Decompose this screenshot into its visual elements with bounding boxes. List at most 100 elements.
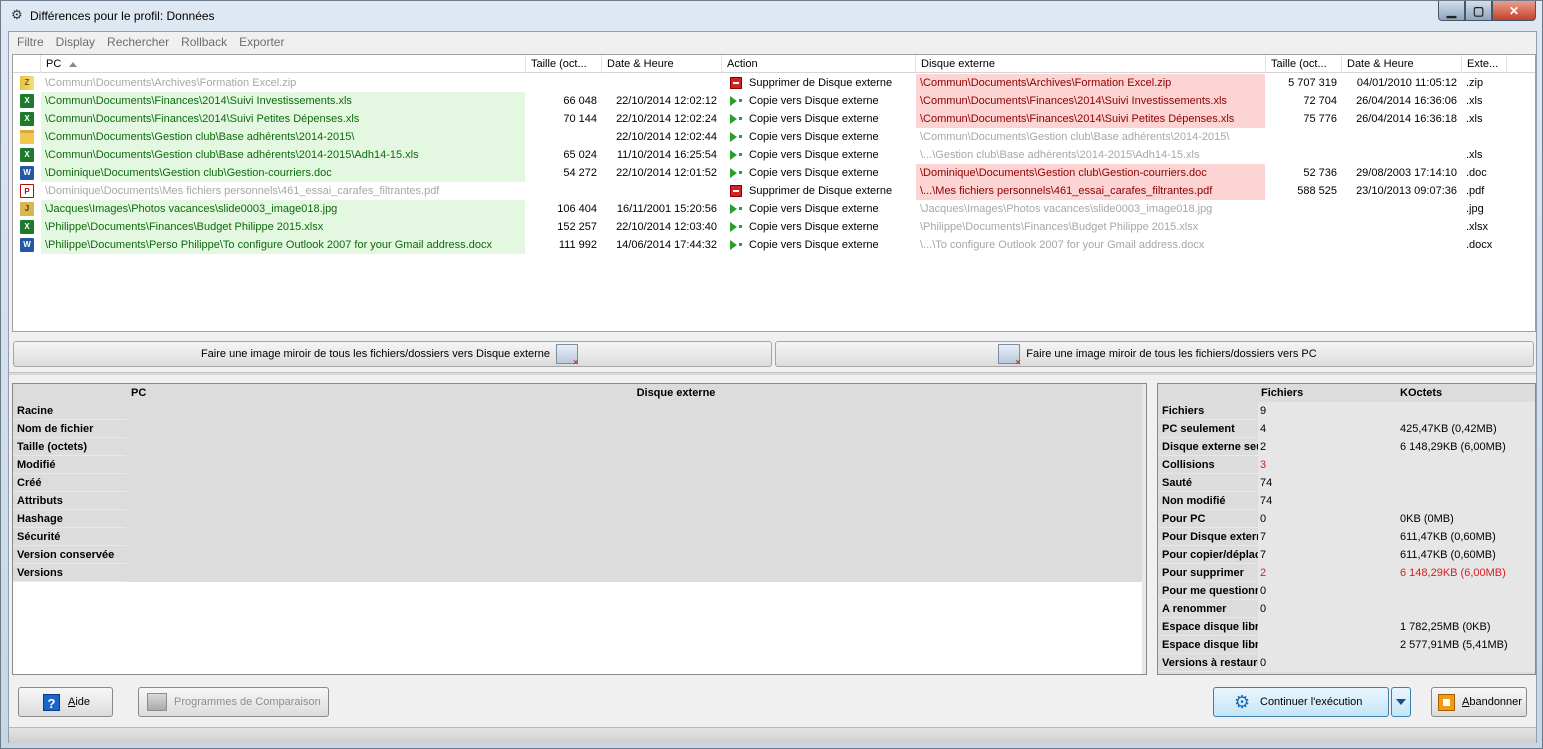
ext-extension-cell: .xls [1462,92,1507,110]
pc-date-cell: 16/11/2001 15:20:56 [602,200,722,218]
col-xext-header[interactable]: Exte... [1462,55,1507,73]
stats-col-kb: KOctets [1400,387,1443,399]
col-xsize-header[interactable]: Taille (oct... [1266,55,1342,73]
file-type-cell: X [13,146,41,164]
folder-icon [20,130,34,144]
col-xdate-header[interactable]: Date & Heure [1342,55,1462,73]
close-button[interactable]: ✕ [1492,1,1536,21]
stats-label: Sauté [1158,474,1258,492]
ext-date-cell [1342,236,1462,254]
menu-display[interactable]: Display [50,32,101,52]
help-label-rest: ide [75,696,91,708]
ext-size-cell [1266,128,1342,146]
abort-button[interactable]: Abandonner [1431,687,1527,717]
col-size-header[interactable]: Taille (oct... [526,55,602,73]
details-panel: PC Disque externe Racine Nom de fichier Ta… [12,383,1147,675]
table-row[interactable]: X \Commun\Documents\Finances\2014\Suivi I… [13,92,1535,110]
help-button[interactable]: ? Aide [18,687,113,717]
ext-extension-cell: .jpg [1462,200,1507,218]
col-ext-header[interactable]: Disque externe [916,55,1266,73]
file-type-cell: X [13,110,41,128]
table-row[interactable]: X \Commun\Documents\Gestion club\Base adh… [13,146,1535,164]
action-cell[interactable]: Copie vers Disque externe [722,128,916,146]
file-type-cell: W [13,164,41,182]
action-cell[interactable]: Copie vers Disque externe [722,236,916,254]
abort-label-rest: bandonner [1469,696,1522,708]
action-label: Supprimer de Disque externe [749,185,893,197]
action-cell[interactable]: Copie vers Disque externe [722,164,916,182]
action-cell[interactable]: Copie vers Disque externe [722,110,916,128]
table-row[interactable]: J \Jacques\Images\Photos vacances\slide00… [13,200,1535,218]
col-date-header[interactable]: Date & Heure [602,55,722,73]
maximize-button[interactable]: ▢ [1465,1,1492,21]
menu-filtre[interactable]: Filtre [11,32,50,52]
menu-rollback[interactable]: Rollback [175,32,233,52]
stats-label: Pour me questionner [1158,582,1258,600]
continue-dropdown-button[interactable] [1391,687,1411,717]
ext-date-cell: 23/10/2013 09:07:36 [1342,182,1462,200]
pc-date-cell [602,74,722,92]
stats-row: Non modifié 74 [1158,492,1535,510]
details-row: Créé [13,474,1146,492]
ext-path-cell: \...\Gestion club\Base adhérents\2014-20… [916,146,1266,164]
action-cell[interactable]: Copie vers Disque externe [722,146,916,164]
table-row[interactable]: Z \Commun\Documents\Archives\Formation Ex… [13,74,1535,92]
compare-programs-button[interactable]: Programmes de Comparaison [138,687,329,717]
stats-files: 0 [1258,510,1397,528]
col-pc-header[interactable]: PC [41,55,526,73]
pc-path-cell: \Commun\Documents\Finances\2014\Suivi Pe… [41,110,526,128]
table-row[interactable]: X \Philippe\Documents\Finances\Budget Phi… [13,218,1535,236]
splitter[interactable] [9,372,1536,375]
pc-path-cell: \Philippe\Documents\Perso Philippe\To co… [41,236,526,254]
details-value [126,510,1146,528]
stats-kb: 6 148,29KB (6,00MB) [1397,438,1535,456]
action-cell[interactable]: Supprimer de Disque externe [722,182,916,200]
stats-row: Collisions 3 [1158,456,1535,474]
table-row[interactable]: \Commun\Documents\Gestion club\Base adhé… [13,128,1535,146]
table-row[interactable]: W \Dominique\Documents\Gestion club\Gesti… [13,164,1535,182]
minimize-button[interactable]: ▁ [1438,1,1465,21]
details-value [126,438,1146,456]
stats-kb [1397,654,1535,672]
details-scrollbar[interactable] [1142,384,1146,674]
action-cell[interactable]: Copie vers Disque externe [722,218,916,236]
details-row: Nom de fichier [13,420,1146,438]
stats-label: Fichiers [1158,402,1258,420]
action-cell[interactable]: Supprimer de Disque externe [722,74,916,92]
stats-files [1258,618,1397,636]
menu-exporter[interactable]: Exporter [233,32,290,52]
col-action-header[interactable]: Action [722,55,916,73]
xls-icon: X [20,94,34,108]
sort-ascending-icon [69,61,78,67]
action-label: Copie vers Disque externe [749,239,879,251]
ext-extension-cell: .xls [1462,146,1507,164]
table-row[interactable]: X \Commun\Documents\Finances\2014\Suivi P… [13,110,1535,128]
details-label: Nom de fichier [13,420,126,438]
xls-icon: X [20,148,34,162]
stats-label: PC seulement [1158,420,1258,438]
mirror-to-external-button[interactable]: Faire une image miroir de tous les fichi… [13,341,772,367]
menu-rechercher[interactable]: Rechercher [101,32,175,52]
pc-date-cell: 22/10/2014 12:02:24 [602,110,722,128]
pc-size-cell [526,74,602,92]
action-cell[interactable]: Copie vers Disque externe [722,200,916,218]
stats-files: 3 [1258,456,1397,474]
ext-path-cell: \Commun\Documents\Archives\Formation Exc… [916,74,1266,92]
table-row[interactable]: W \Philippe\Documents\Perso Philippe\To c… [13,236,1535,254]
ext-date-cell: 29/08/2003 17:14:10 [1342,164,1462,182]
table-row[interactable]: P \Dominique\Documents\Mes fichiers perso… [13,182,1535,200]
mirror-to-pc-button[interactable]: Faire une image miroir de tous les fichi… [775,341,1534,367]
stats-kb: 425,47KB (0,42MB) [1397,420,1535,438]
ext-path-cell: \...\Mes fichiers personnels\461_essai_c… [916,182,1266,200]
doc-icon: W [20,238,34,252]
continue-button[interactable]: ⚙ Continuer l'exécution [1213,687,1389,717]
ext-path-cell: \Commun\Documents\Gestion club\Base adhé… [916,128,1266,146]
ext-path-cell: \Jacques\Images\Photos vacances\slide000… [916,200,1266,218]
ext-date-cell [1342,146,1462,164]
details-label: Taille (octets) [13,438,126,456]
stats-label: Pour Disque externe [1158,528,1258,546]
action-cell[interactable]: Copie vers Disque externe [722,92,916,110]
stats-kb [1397,474,1535,492]
stats-label: Pour PC [1158,510,1258,528]
ext-size-cell [1266,146,1342,164]
